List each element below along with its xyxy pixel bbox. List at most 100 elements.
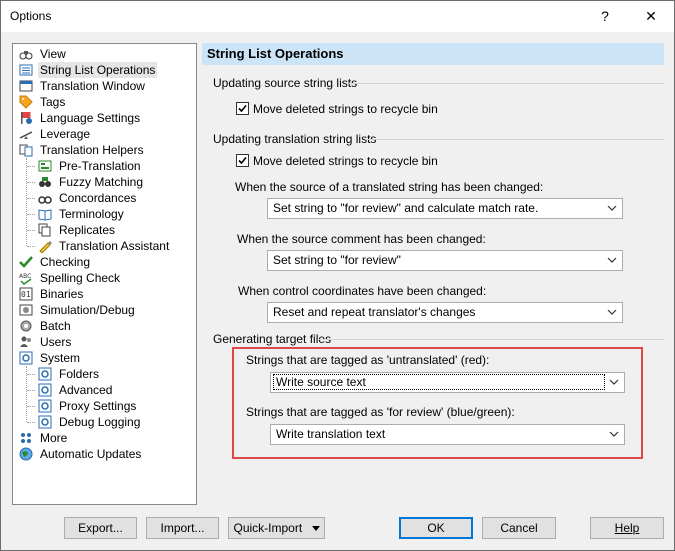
binary-icon: 01 (19, 287, 33, 301)
replicates-icon (38, 223, 51, 237)
source-move-deleted-label: Move deleted strings to recycle bin (253, 102, 438, 116)
import-button[interactable]: Import... (146, 517, 219, 539)
tree-item-label: More (40, 431, 68, 445)
translation-group-divider (365, 139, 664, 140)
close-icon: ✕ (645, 8, 657, 24)
panel-title: String List Operations (207, 46, 344, 61)
window-icon (19, 80, 33, 92)
help-label: Help (614, 521, 640, 535)
ok-button[interactable]: OK (399, 517, 473, 539)
panel-header: String List Operations (202, 43, 664, 65)
leverage-icon (19, 131, 33, 139)
tag-icon (19, 95, 33, 109)
tree-item-label: String List Operations (38, 62, 158, 78)
annotation-highlight-box (232, 347, 643, 459)
tree-item-label: Spelling Check (40, 271, 121, 285)
more-icon (21, 433, 31, 443)
tree-connector-branch (27, 406, 35, 407)
source-move-deleted-checkbox[interactable] (236, 102, 249, 115)
export-label: Export... (78, 521, 123, 535)
svg-text:01: 01 (21, 290, 31, 299)
binoculars-icon (19, 51, 33, 60)
tree-item-label: Pre-Translation (59, 159, 141, 173)
pretranslation-icon (38, 160, 52, 172)
comment-changed-label: When the source comment has been changed… (237, 232, 486, 246)
tree-connector-branch (27, 230, 35, 231)
tree-item-label: Language Settings (40, 111, 141, 125)
tree-item-label: Simulation/Debug (40, 303, 135, 317)
tree-item-label: Binaries (40, 287, 84, 301)
debug-icon (19, 304, 33, 316)
list-icon (19, 64, 33, 76)
export-button[interactable]: Export... (64, 517, 137, 539)
folder-settings-icon (38, 367, 52, 381)
tree-item-label: Folders (59, 367, 100, 381)
close-button[interactable]: ✕ (628, 1, 674, 32)
tree-item-label: Translation Window (40, 79, 145, 93)
checkmark-icon (19, 256, 33, 268)
comment-changed-value: Set string to "for review" (273, 253, 401, 267)
quick-import-label: Quick-Import (233, 521, 303, 535)
target-group-label: Generating target files (213, 332, 332, 346)
source-group-divider (349, 83, 664, 84)
tree-connector-branch (27, 166, 35, 167)
source-group-label: Updating source string lists (213, 76, 358, 90)
import-label: Import... (160, 521, 205, 535)
help-button[interactable]: Help (590, 517, 664, 539)
tree-item-label: Batch (40, 319, 71, 333)
book-icon (38, 209, 52, 221)
fuzzy-icon (39, 177, 51, 187)
pen-icon (39, 241, 52, 253)
help-icon: ? (601, 8, 609, 24)
translation-move-deleted-label: Move deleted strings to recycle bin (253, 154, 438, 168)
tree-item-label: Tags (40, 95, 66, 109)
cancel-button[interactable]: Cancel (482, 517, 556, 539)
tree-item-label: Leverage (40, 127, 91, 141)
spelling-icon: ABC (19, 273, 32, 285)
tree-connector-line (26, 158, 27, 246)
tree-item-label: Translation Assistant (59, 239, 170, 253)
debug-logging-icon (38, 415, 52, 429)
helpers-icon (19, 144, 33, 157)
system-icon (19, 351, 33, 365)
coords-changed-value: Reset and repeat translator's changes (273, 305, 476, 319)
chevron-down-icon (607, 257, 617, 263)
tree-connector-branch (27, 214, 35, 215)
cancel-label: Cancel (500, 521, 538, 535)
source-changed-value: Set string to "for review" and calculate… (273, 201, 539, 215)
tree-connector-branch (27, 422, 35, 423)
batch-icon (20, 320, 32, 332)
flag-icon (21, 112, 32, 124)
source-changed-label: When the source of a translated string h… (235, 180, 544, 194)
check-icon (238, 156, 247, 165)
target-group-divider (319, 339, 664, 340)
tree-item-label: Proxy Settings (59, 399, 137, 413)
translation-move-deleted-checkbox[interactable] (236, 154, 249, 167)
concordance-icon (38, 196, 52, 204)
check-icon (238, 104, 247, 113)
chevron-down-icon (607, 205, 617, 211)
globe-icon (19, 447, 33, 461)
options-tree[interactable]: View String List Operations Translation Wi… (12, 43, 197, 505)
tree-connector-branch (27, 198, 35, 199)
translation-group-label: Updating translation string lists (213, 132, 377, 146)
coords-changed-select[interactable]: Reset and repeat translator's changes (267, 302, 623, 323)
tree-item-label: Replicates (59, 223, 116, 237)
tree-item-label: Checking (40, 255, 91, 269)
tree-item-label: Terminology (59, 207, 124, 221)
source-changed-select[interactable]: Set string to "for review" and calculate… (267, 198, 623, 219)
ok-label: OK (427, 521, 445, 535)
tree-item-label: View (40, 47, 66, 61)
tree-connector-branch (27, 182, 35, 183)
help-title-button[interactable]: ? (582, 1, 628, 32)
window-title: Options (10, 9, 52, 23)
comment-changed-select[interactable]: Set string to "for review" (267, 250, 623, 271)
dropdown-arrow-icon (311, 526, 320, 532)
advanced-settings-icon (38, 383, 52, 397)
tree-item-label: Concordances (59, 191, 137, 205)
tree-connector-branch (27, 390, 35, 391)
chevron-down-icon (607, 309, 617, 315)
tree-item-label: Fuzzy Matching (59, 175, 144, 189)
quick-import-button[interactable]: Quick-Import (228, 517, 325, 539)
tree-item-label: Automatic Updates (40, 447, 142, 461)
